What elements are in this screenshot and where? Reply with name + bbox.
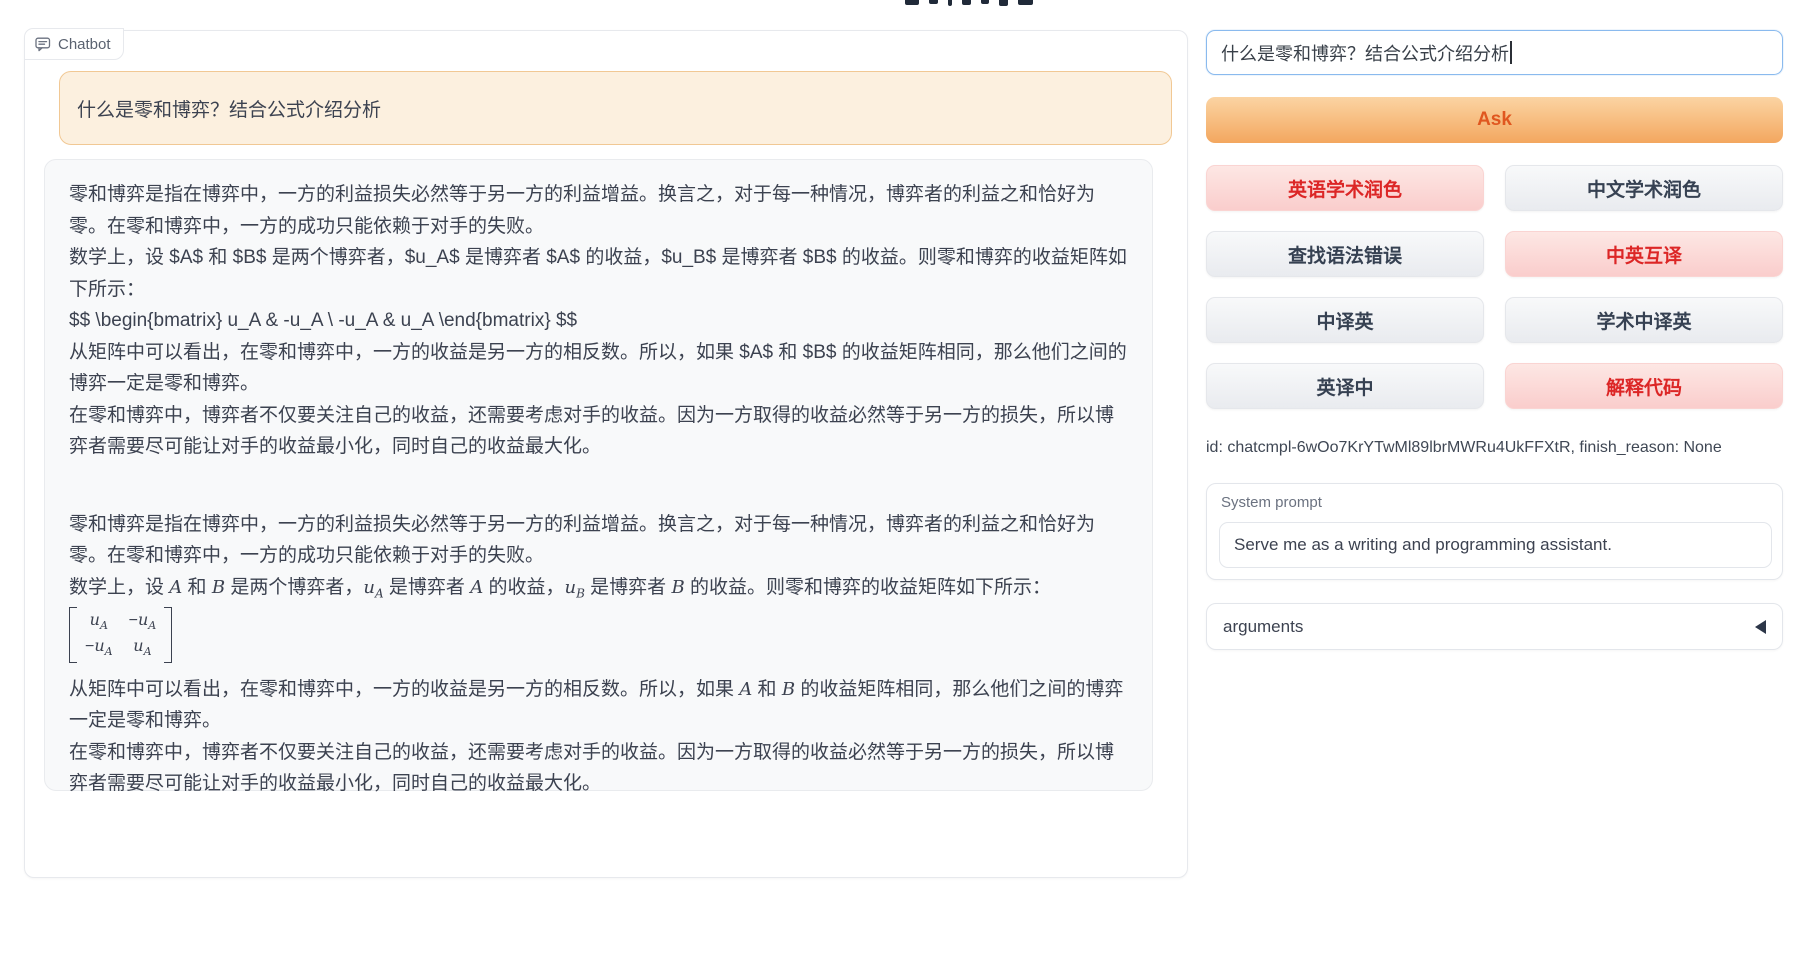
clipped-glyph (948, 0, 952, 6)
button-chinese-academic-polish[interactable]: 中文学术润色 (1505, 165, 1783, 211)
matrix-cell: −uA (129, 611, 157, 633)
math-var-subscript: uA (363, 577, 383, 598)
clipped-page-title (905, 0, 1033, 6)
text-run: 的收益， (483, 577, 564, 598)
button-academic-zh-to-en[interactable]: 学术中译英 (1505, 297, 1783, 343)
text-run: 是博弈者 (585, 577, 672, 598)
user-message-bubble: 什么是零和博弈？结合公式介绍分析 (59, 71, 1172, 145)
clipped-glyph (981, 0, 989, 4)
clipped-glyph (1018, 0, 1033, 5)
math-var: B (671, 577, 684, 598)
button-zh-en-mutual-translate[interactable]: 中英互译 (1505, 231, 1783, 277)
bot-paragraph-rendered-2: 数学上，设 A 和 B 是两个博弈者，uA 是博弈者 A 的收益，uB 是博弈者… (69, 572, 1128, 605)
rendered-matrix: uA −uA −uA uA (69, 607, 172, 663)
bot-paragraph-rendered-3: 从矩阵中可以看出，在零和博弈中，一方的收益是另一方的相反数。所以，如果 A 和 … (69, 674, 1128, 737)
text-run: 和 (182, 577, 212, 598)
button-zh-to-en[interactable]: 中译英 (1206, 297, 1484, 343)
bot-paragraph-rendered-4: 在零和博弈中，博弈者不仅要关注自己的收益，还需要考虑对手的收益。因为一方取得的收… (69, 737, 1128, 800)
matrix-cell: uA (90, 611, 108, 633)
text-run: 是两个博弈者， (225, 577, 363, 598)
text-run: 是博弈者 (384, 577, 471, 598)
arguments-accordion-label: arguments (1223, 617, 1303, 637)
user-message-text: 什么是零和博弈？结合公式介绍分析 (77, 95, 381, 122)
arguments-accordion-header[interactable]: arguments (1206, 603, 1783, 650)
math-var: A (739, 679, 752, 700)
system-prompt-input[interactable]: Serve me as a writing and programming as… (1219, 522, 1772, 568)
button-find-grammar-errors[interactable]: 查找语法错误 (1206, 231, 1484, 277)
text-cursor (1510, 41, 1512, 64)
clipped-glyph (999, 0, 1008, 6)
system-prompt-label: System prompt (1221, 494, 1322, 511)
matrix-left-bracket (69, 607, 77, 663)
clipped-glyph (905, 0, 919, 5)
bot-paragraph-raw-2: 数学上，设 $A$ 和 $B$ 是两个博弈者，$u_A$ 是博弈者 $A$ 的收… (69, 242, 1128, 305)
bot-message-bubble: 零和博弈是指在博弈中，一方的利益损失必然等于另一方的利益增益。换言之，对于每一种… (44, 159, 1153, 791)
ask-button-label: Ask (1477, 109, 1512, 131)
question-input[interactable]: 什么是零和博弈？结合公式介绍分析 (1206, 30, 1783, 75)
clipped-glyph (929, 0, 938, 4)
text-run: 数学上，设 (69, 577, 169, 598)
chatbot-label-text: Chatbot (58, 36, 111, 53)
math-var: A (470, 577, 483, 598)
matrix-right-bracket (164, 607, 172, 663)
math-var: B (782, 679, 795, 700)
bot-paragraph-raw-1: 零和博弈是指在博弈中，一方的利益损失必然等于另一方的利益增益。换言之，对于每一种… (69, 179, 1128, 242)
button-english-academic-polish[interactable]: 英语学术润色 (1206, 165, 1484, 211)
bot-paragraph-raw-3: 从矩阵中可以看出，在零和博弈中，一方的收益是另一方的相反数。所以，如果 $A$ … (69, 337, 1128, 400)
text-run: 和 (752, 679, 782, 700)
ask-button[interactable]: Ask (1206, 97, 1783, 143)
matrix-grid: uA −uA −uA uA (77, 607, 164, 663)
text-run: 从矩阵中可以看出，在零和博弈中，一方的收益是另一方的相反数。所以，如果 (69, 679, 739, 700)
system-prompt-value: Serve me as a writing and programming as… (1234, 535, 1612, 555)
math-var: A (169, 577, 182, 598)
chatbot-panel: Chatbot 什么是零和博弈？结合公式介绍分析 零和博弈是指在博弈中，一方的利… (24, 30, 1188, 878)
math-var: B (212, 577, 225, 598)
bot-paragraph-raw-4: 在零和博弈中，博弈者不仅要关注自己的收益，还需要考虑对手的收益。因为一方取得的收… (69, 400, 1128, 463)
collapse-left-triangle-icon (1755, 620, 1766, 634)
response-status-text: id: chatcmpl-6wOo7KrYTwMl89lbrMWRu4UkFFX… (1206, 439, 1783, 457)
bot-latex-source-line: $$ \begin{bmatrix} u_A & -u_A \ -u_A & u… (69, 305, 1128, 337)
chatbot-label: Chatbot (24, 28, 124, 60)
clipped-glyph (962, 0, 971, 5)
paragraph-gap (69, 463, 1128, 509)
speech-bubble-icon (35, 37, 51, 52)
text-run: 的收益。则零和博弈的收益矩阵如下所示： (685, 577, 1051, 598)
matrix-cell: −uA (85, 637, 113, 659)
math-var-subscript: uB (564, 577, 584, 598)
button-en-to-zh[interactable]: 英译中 (1206, 363, 1484, 409)
button-explain-code[interactable]: 解释代码 (1505, 363, 1783, 409)
matrix-cell: uA (133, 637, 151, 659)
system-prompt-group: System prompt Serve me as a writing and … (1206, 483, 1783, 580)
bot-paragraph-rendered-1: 零和博弈是指在博弈中，一方的利益损失必然等于另一方的利益增益。换言之，对于每一种… (69, 509, 1128, 572)
question-input-value: 什么是零和博弈？结合公式介绍分析 (1221, 40, 1509, 66)
